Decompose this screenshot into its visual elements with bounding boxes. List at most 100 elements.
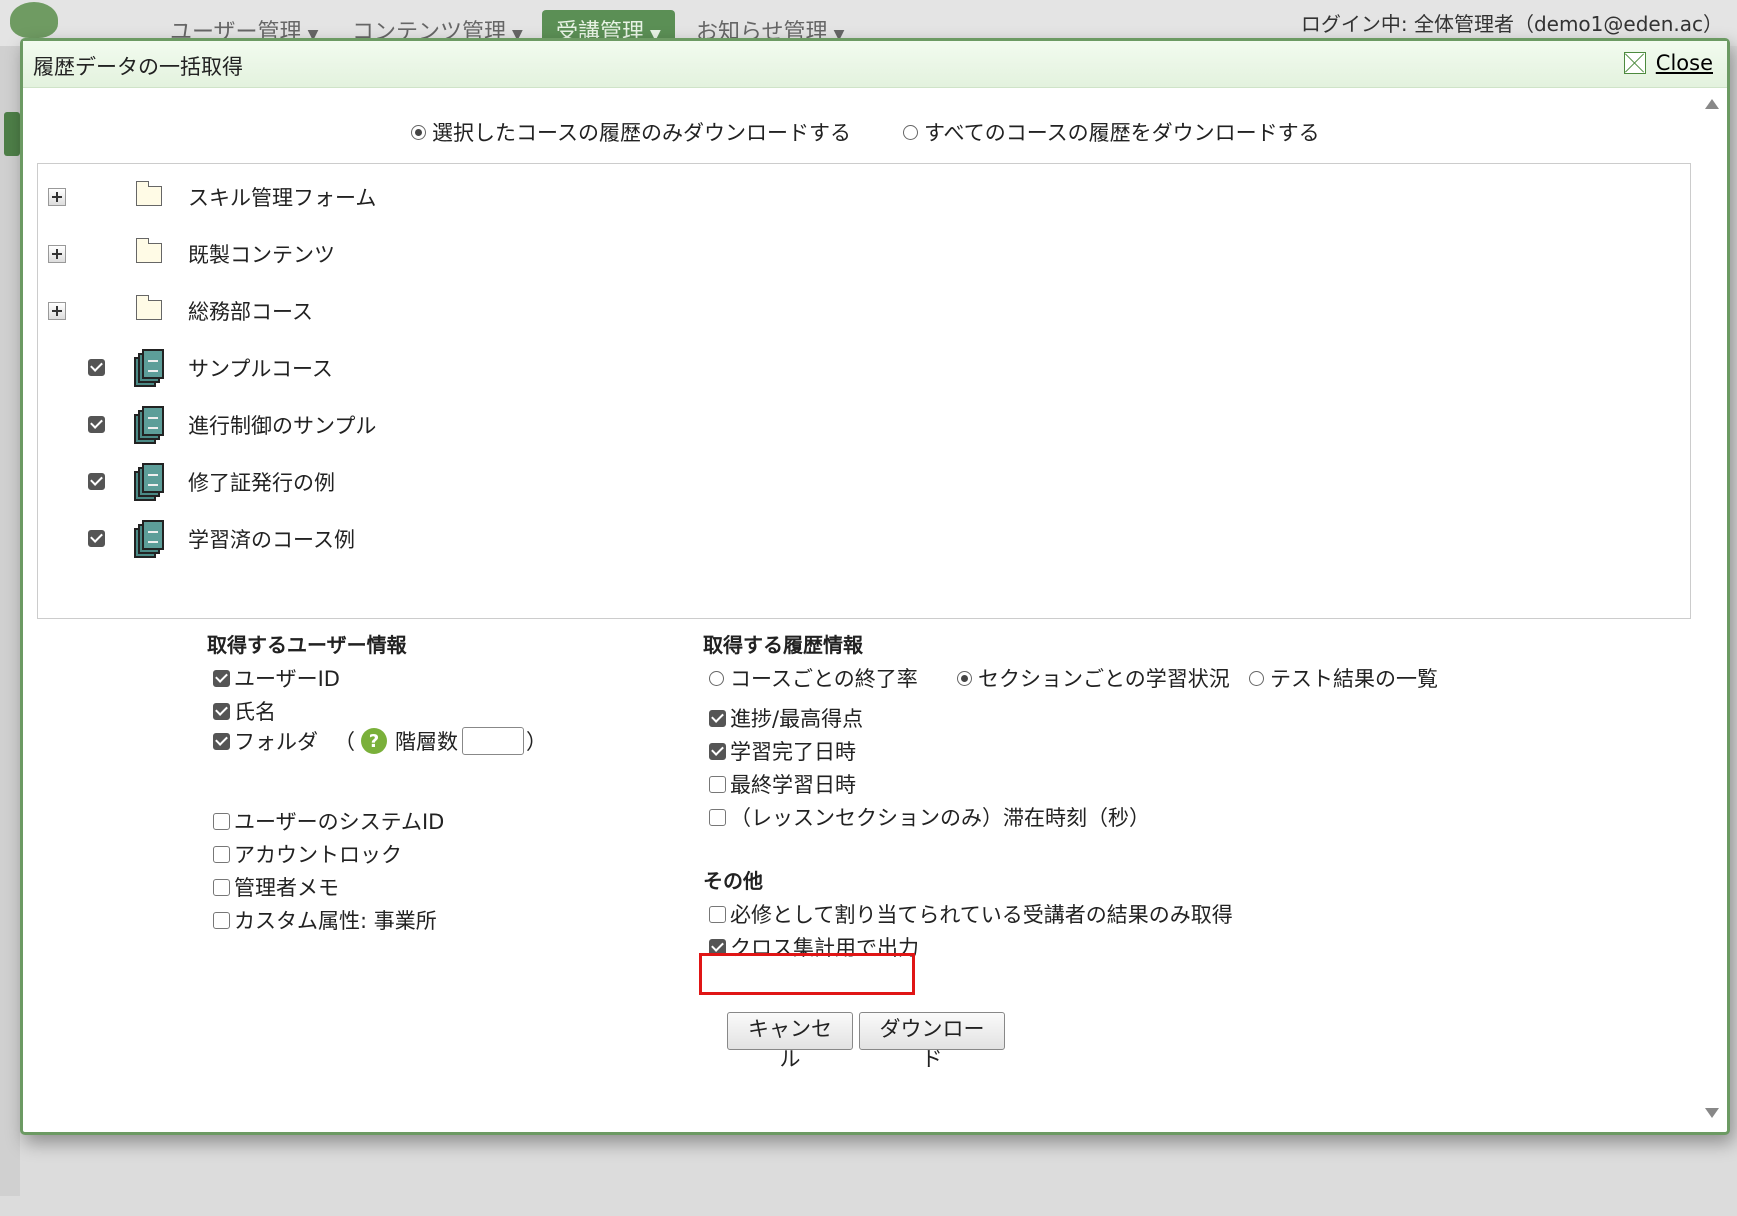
course-book-icon <box>134 349 166 387</box>
option-label: カスタム属性: 事業所 <box>234 909 437 933</box>
course-tree: スキル管理フォーム 既製コンテンツ 総務部コース サンプルコース 進行制御のサン… <box>37 163 1691 619</box>
background-tab <box>4 112 20 156</box>
option-label: （レッスンセクションのみ）滞在時刻（秒） <box>730 806 1150 830</box>
radio-selected-icon[interactable] <box>411 124 426 140</box>
radio-label: すべてのコースの履歴をダウンロードする <box>924 121 1320 145</box>
close-icon[interactable] <box>1623 52 1646 74</box>
radio-all-courses[interactable]: すべてのコースの履歴をダウンロードする <box>903 117 1320 147</box>
dialog-titlebar: 履歴データの一括取得 Close <box>23 41 1727 88</box>
custom-attribute-option[interactable]: カスタム属性: 事業所 <box>213 905 437 935</box>
folder-depth-input[interactable] <box>462 727 524 755</box>
checkbox[interactable] <box>213 812 230 830</box>
radio-section-status[interactable]: セクションごとの学習状況 <box>957 663 1230 693</box>
option-label: 学習完了日時 <box>730 740 856 764</box>
close-link[interactable]: Close <box>1656 51 1713 75</box>
radio-unselected-icon[interactable] <box>1249 670 1264 686</box>
highlight-box <box>699 953 915 995</box>
dialog-title: 履歴データの一括取得 <box>33 55 243 79</box>
checkbox[interactable] <box>213 669 230 687</box>
background-sidebar <box>0 46 20 1196</box>
option-label: フォルダ <box>234 730 318 754</box>
last-study-date-option[interactable]: 最終学習日時 <box>709 769 856 799</box>
history-info-heading: 取得する履歴情報 <box>703 633 863 657</box>
close-button[interactable]: Close <box>1623 51 1713 75</box>
checkbox[interactable] <box>213 702 230 720</box>
tree-item-label[interactable]: 学習済のコース例 <box>188 524 355 554</box>
folder-option[interactable]: フォルダ （ ? 階層数 ） <box>213 726 547 756</box>
folder-icon <box>135 181 162 206</box>
expand-plus-icon[interactable] <box>48 188 66 206</box>
tree-item-label[interactable]: サンプルコース <box>188 353 333 383</box>
radio-label: 選択したコースの履歴のみダウンロードする <box>432 121 851 145</box>
expand-plus-icon[interactable] <box>48 245 66 263</box>
checkbox[interactable] <box>709 808 726 826</box>
tree-item-label[interactable]: 総務部コース <box>188 296 313 326</box>
course-checkbox[interactable] <box>88 530 105 547</box>
course-book-icon <box>134 463 166 501</box>
expand-plus-icon[interactable] <box>48 302 66 320</box>
user-id-option[interactable]: ユーザーID <box>213 663 340 693</box>
tree-item-label[interactable]: 既製コンテンツ <box>188 239 335 269</box>
checkbox[interactable] <box>709 709 726 727</box>
bulk-history-dialog: 履歴データの一括取得 Close 選択したコースの履歴のみダウンロードする すべ… <box>20 38 1730 1135</box>
tree-folder-general-affairs[interactable]: 総務部コース <box>38 292 1690 332</box>
checkbox[interactable] <box>213 878 230 896</box>
checkbox[interactable] <box>213 732 230 750</box>
tree-item-label[interactable]: 修了証発行の例 <box>188 467 335 497</box>
checkbox[interactable] <box>709 742 726 760</box>
paren-close: ） <box>526 730 547 754</box>
tree-course-completed[interactable]: 学習済のコース例 <box>38 520 1690 560</box>
download-button[interactable]: ダウンロード <box>859 1012 1005 1071</box>
option-label: 管理者メモ <box>234 876 339 900</box>
course-checkbox[interactable] <box>88 359 105 376</box>
course-book-icon <box>134 520 166 558</box>
tree-course-progress-control[interactable]: 進行制御のサンプル <box>38 406 1690 446</box>
scroll-down-arrow-icon[interactable] <box>1705 1108 1719 1118</box>
course-checkbox[interactable] <box>88 416 105 433</box>
option-label: テスト結果の一覧 <box>1270 667 1438 691</box>
checkbox[interactable] <box>709 775 726 793</box>
folder-icon <box>135 238 162 263</box>
other-heading: その他 <box>703 869 763 893</box>
option-label: コースごとの終了率 <box>730 667 918 691</box>
cancel-button[interactable]: キャンセル <box>727 1012 853 1071</box>
option-label: 最終学習日時 <box>730 773 856 797</box>
radio-unselected-icon[interactable] <box>709 670 724 686</box>
option-label: ユーザーのシステムID <box>234 810 445 834</box>
tree-item-label[interactable]: スキル管理フォーム <box>188 182 376 212</box>
account-lock-option[interactable]: アカウントロック <box>213 839 402 869</box>
tree-folder-skill[interactable]: スキル管理フォーム <box>38 178 1690 218</box>
radio-completion-rate[interactable]: コースごとの終了率 <box>709 663 918 693</box>
radio-test-results[interactable]: テスト結果の一覧 <box>1249 663 1438 693</box>
help-question-icon[interactable]: ? <box>361 728 387 754</box>
folder-icon <box>135 295 162 320</box>
login-status: ログイン中: 全体管理者（demo1@eden.ac） <box>1300 12 1723 36</box>
required-only-option[interactable]: 必修として割り当てられている受講者の結果のみ取得 <box>709 899 1233 929</box>
course-checkbox[interactable] <box>88 473 105 490</box>
radio-unselected-icon[interactable] <box>903 124 918 140</box>
checkbox[interactable] <box>213 845 230 863</box>
option-label: 必修として割り当てられている受講者の結果のみ取得 <box>730 903 1233 927</box>
completion-date-option[interactable]: 学習完了日時 <box>709 736 856 766</box>
option-label: セクションごとの学習状況 <box>978 667 1230 691</box>
option-label: ユーザーID <box>234 667 340 691</box>
radio-selected-icon[interactable] <box>957 670 972 686</box>
admin-memo-option[interactable]: 管理者メモ <box>213 872 339 902</box>
tree-course-sample[interactable]: サンプルコース <box>38 349 1690 389</box>
name-option[interactable]: 氏名 <box>213 696 276 726</box>
tree-folder-ready-made[interactable]: 既製コンテンツ <box>38 235 1690 275</box>
system-id-option[interactable]: ユーザーのシステムID <box>213 806 444 836</box>
checkbox[interactable] <box>213 911 230 929</box>
paren-open: （ <box>334 730 355 754</box>
tree-item-label[interactable]: 進行制御のサンプル <box>188 410 376 440</box>
option-label: 進捗/最高得点 <box>730 707 864 731</box>
option-label: アカウントロック <box>234 843 402 867</box>
tree-course-certificate[interactable]: 修了証発行の例 <box>38 463 1690 503</box>
checkbox[interactable] <box>709 905 726 923</box>
user-info-heading: 取得するユーザー情報 <box>207 633 407 657</box>
radio-selected-courses[interactable]: 選択したコースの履歴のみダウンロードする <box>411 117 851 147</box>
scroll-up-arrow-icon[interactable] <box>1705 99 1719 109</box>
tree-logo-icon <box>10 2 58 38</box>
stay-time-option[interactable]: （レッスンセクションのみ）滞在時刻（秒） <box>709 802 1150 832</box>
progress-score-option[interactable]: 進捗/最高得点 <box>709 703 863 733</box>
